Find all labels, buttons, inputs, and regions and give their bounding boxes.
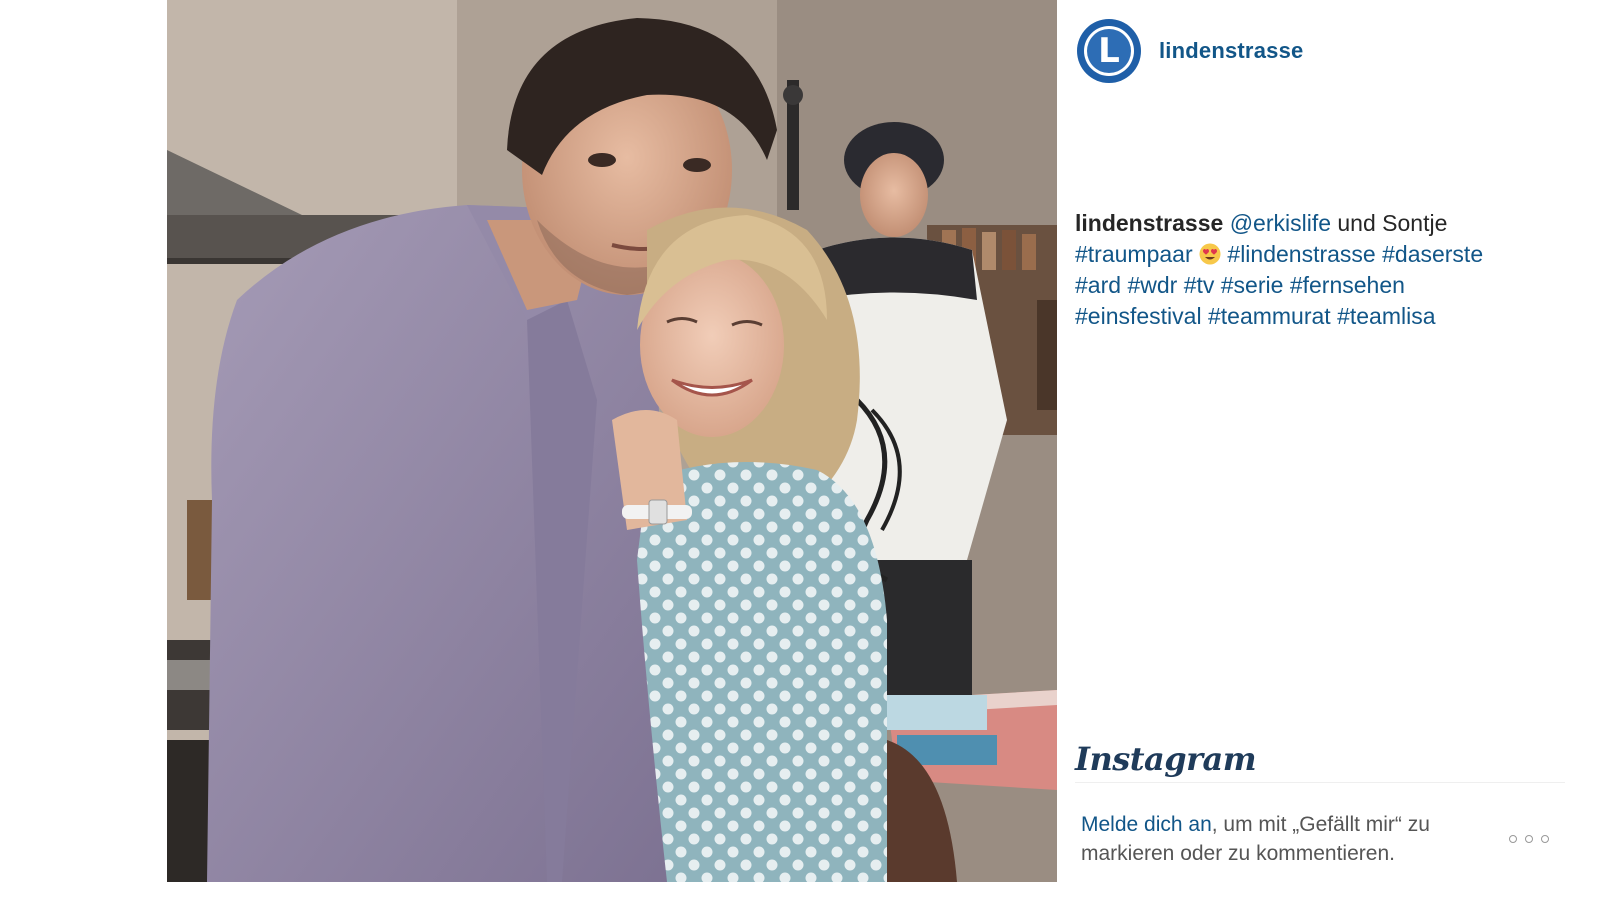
hashtag-ard[interactable]: #ard <box>1075 272 1121 298</box>
avatar-ring: L <box>1084 26 1134 76</box>
post-photo-image <box>167 0 1057 882</box>
more-dot-3 <box>1541 835 1549 843</box>
hashtag-einsfestival[interactable]: #einsfestival <box>1075 303 1202 329</box>
profile-avatar[interactable]: L <box>1077 19 1141 83</box>
hashtag-teamlisa[interactable]: #teamlisa <box>1337 303 1435 329</box>
more-options-icon[interactable] <box>1509 830 1549 848</box>
heart-eyes-emoji-icon <box>1199 243 1221 265</box>
hashtag-traumpaar[interactable]: #traumpaar <box>1075 241 1193 267</box>
hashtag-fernsehen[interactable]: #fernsehen <box>1290 272 1405 298</box>
profile-header[interactable]: L lindenstrasse <box>1077 18 1303 84</box>
footer-divider <box>1075 782 1565 783</box>
hashtag-daserste[interactable]: #daserste <box>1382 241 1483 267</box>
hashtag-wdr[interactable]: #wdr <box>1127 272 1177 298</box>
caption-mention[interactable]: @erkislife <box>1230 210 1331 236</box>
hashtag-lindenstrasse[interactable]: #lindenstrasse <box>1227 241 1375 267</box>
more-dot-2 <box>1525 835 1533 843</box>
login-link[interactable]: Melde dich an <box>1081 813 1212 836</box>
hashtag-serie[interactable]: #serie <box>1221 272 1284 298</box>
caption-text: und Sontje <box>1337 210 1448 236</box>
caption-author[interactable]: lindenstrasse <box>1075 210 1223 236</box>
login-prompt: Melde dich an, um mit „Gefällt mir“ zu m… <box>1081 810 1501 868</box>
post-caption: lindenstrasse @erkislife und Sontje #tra… <box>1075 208 1575 332</box>
post-photo[interactable] <box>167 0 1057 882</box>
post-sidebar: L lindenstrasse lindenstrasse @erkislife… <box>1057 0 1600 900</box>
more-dot-1 <box>1509 835 1517 843</box>
instagram-logo[interactable]: Instagram <box>1075 740 1257 778</box>
hashtag-tv[interactable]: #tv <box>1184 272 1215 298</box>
profile-username[interactable]: lindenstrasse <box>1159 38 1303 64</box>
instagram-embed: L lindenstrasse lindenstrasse @erkislife… <box>0 0 1600 900</box>
hashtag-teammurat[interactable]: #teammurat <box>1208 303 1331 329</box>
avatar-letter: L <box>1087 29 1131 73</box>
